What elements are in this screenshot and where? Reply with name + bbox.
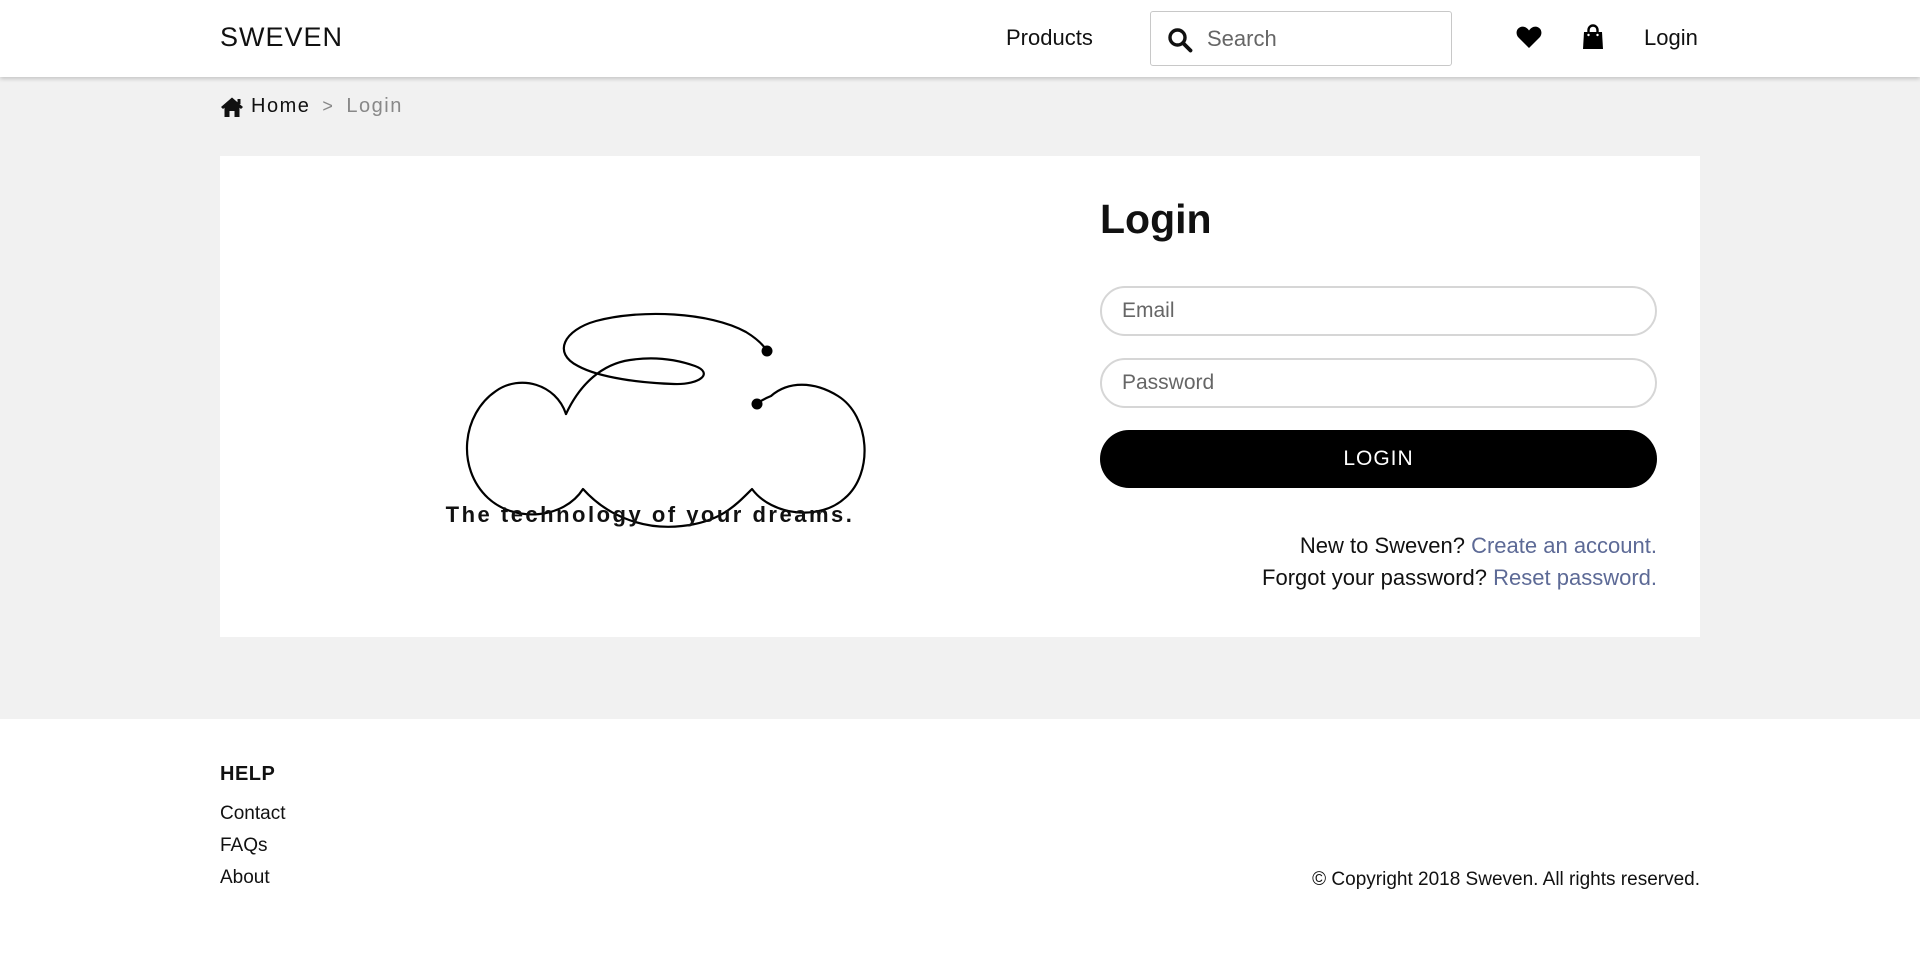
breadcrumb-separator: > (322, 96, 335, 116)
breadcrumb-home-link[interactable]: Home (251, 95, 310, 118)
create-account-link[interactable]: Create an account. (1471, 533, 1657, 558)
tagline: The technology of your dreams. (445, 502, 855, 527)
footer-link-about[interactable]: About (220, 867, 270, 889)
login-title: Login (1100, 196, 1212, 242)
login-button[interactable]: LOGIN (1100, 430, 1657, 488)
password-field[interactable] (1100, 358, 1657, 408)
nav-login-link[interactable]: Login (1644, 25, 1698, 51)
home-icon[interactable] (220, 96, 244, 118)
new-user-prompt: New to Sweven? (1299, 533, 1465, 558)
search-box[interactable] (1150, 11, 1452, 66)
forgot-password-prompt: Forgot your password? (1262, 565, 1488, 590)
account-help-links: New to Sweven? Create an account. Forgot… (1100, 530, 1657, 594)
footer-link-contact[interactable]: Contact (220, 803, 285, 825)
reset-password-line: Forgot your password? Reset password. (1100, 562, 1657, 594)
breadcrumb-current: Login (346, 95, 403, 117)
search-icon[interactable] (1167, 27, 1193, 53)
create-account-line: New to Sweven? Create an account. (1100, 530, 1657, 562)
heart-icon[interactable] (1516, 25, 1542, 49)
footer: HELP Contact FAQs About © Copyright 2018… (0, 719, 1920, 957)
breadcrumb: Home > Login (220, 95, 403, 118)
reset-password-link[interactable]: Reset password. (1493, 565, 1657, 590)
footer-help-heading: HELP (220, 763, 276, 785)
copyright-text: © Copyright 2018 Sweven. All rights rese… (1312, 869, 1700, 890)
login-card: The technology of your dreams. Login LOG… (220, 156, 1700, 637)
search-input[interactable] (1207, 22, 1437, 56)
site-logo[interactable]: SWEVEN (220, 22, 343, 53)
email-field[interactable] (1100, 286, 1657, 336)
top-navbar: SWEVEN Products Login (0, 0, 1920, 77)
nav-products-link[interactable]: Products (1006, 25, 1093, 51)
footer-link-faqs[interactable]: FAQs (220, 835, 268, 857)
shopping-bag-icon[interactable] (1582, 24, 1604, 50)
